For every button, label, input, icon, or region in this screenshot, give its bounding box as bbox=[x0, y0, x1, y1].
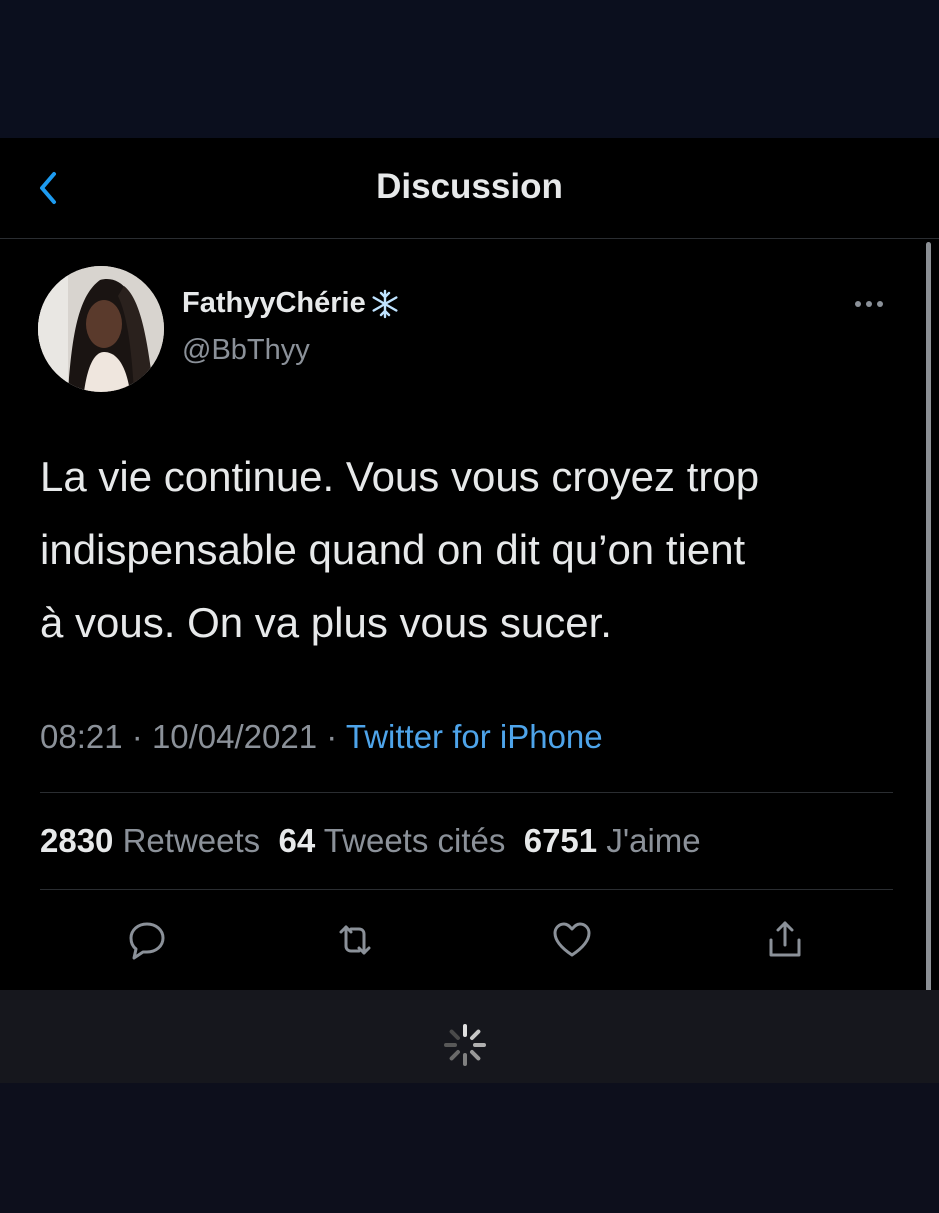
spinner-icon bbox=[444, 1024, 486, 1066]
likes-label: J'aime bbox=[606, 822, 701, 859]
quotes-stat[interactable]: 64 Tweets cités bbox=[279, 822, 506, 859]
tweet-text: La vie continue. Vous vous croyez trop i… bbox=[40, 453, 760, 646]
like-button[interactable] bbox=[550, 918, 594, 962]
status-bar-area bbox=[0, 0, 939, 138]
tweet-metadata: 08:21 · 10/04/2021 · Twitter for iPhone bbox=[40, 718, 603, 756]
likes-stat[interactable]: 6751 J'aime bbox=[524, 822, 701, 859]
retweet-icon bbox=[339, 925, 371, 955]
more-horizontal-icon bbox=[855, 301, 883, 307]
retweet-button[interactable] bbox=[333, 918, 377, 962]
reply-icon bbox=[129, 922, 165, 960]
user-handle[interactable]: @BbThyy bbox=[182, 334, 310, 367]
tweet-source-link[interactable]: Twitter for iPhone bbox=[346, 718, 603, 755]
avatar[interactable] bbox=[38, 266, 164, 392]
tweet-date: 10/04/2021 bbox=[151, 718, 318, 755]
display-name-text: FathyyChérie bbox=[182, 287, 366, 319]
retweets-label: Retweets bbox=[122, 822, 261, 859]
share-icon bbox=[769, 921, 801, 957]
engagement-stats: 2830 Retweets 64 Tweets cités 6751 J'aim… bbox=[40, 822, 701, 860]
meta-separator: · bbox=[326, 718, 338, 755]
more-button[interactable] bbox=[846, 292, 892, 316]
heart-icon bbox=[553, 922, 591, 957]
share-button[interactable] bbox=[763, 918, 807, 962]
top-nav-bar: Discussion bbox=[0, 138, 939, 239]
likes-count: 6751 bbox=[523, 822, 598, 859]
quotes-count: 64 bbox=[278, 822, 316, 859]
meta-separator: · bbox=[131, 718, 143, 755]
page-title: Discussion bbox=[376, 167, 563, 206]
divider bbox=[40, 889, 893, 890]
display-name[interactable]: FathyyChérie bbox=[182, 287, 400, 320]
tweet-detail-screen: Discussion FathyyChérie @BbThyy La vie c… bbox=[0, 138, 939, 1082]
divider bbox=[40, 792, 893, 793]
avatar-photo bbox=[38, 266, 164, 392]
tweet-time: 08:21 bbox=[40, 718, 123, 755]
retweets-count: 2830 bbox=[40, 822, 114, 859]
bottom-area bbox=[0, 1083, 939, 1213]
snowflake-icon bbox=[372, 289, 398, 318]
quotes-label: Tweets cités bbox=[323, 822, 506, 859]
reply-button[interactable] bbox=[125, 918, 169, 962]
scrollbar[interactable] bbox=[926, 242, 931, 1082]
retweets-stat[interactable]: 2830 Retweets bbox=[40, 822, 260, 859]
